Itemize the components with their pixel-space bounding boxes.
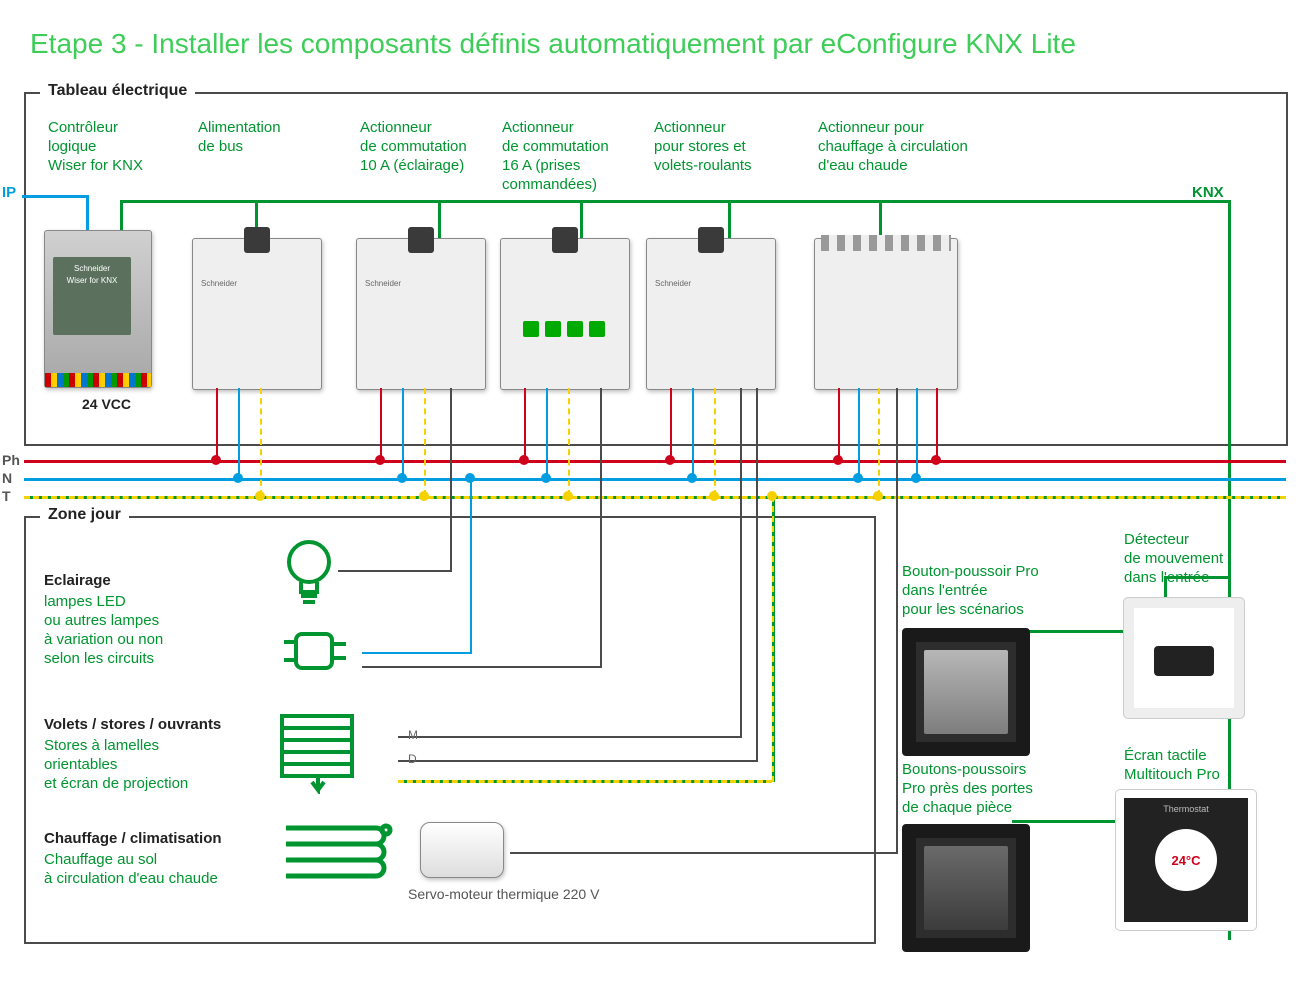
wire-ip-h: [22, 195, 86, 198]
rail-label-ph: Ph: [2, 452, 20, 468]
page-title: Etape 3 - Installer les composants défin…: [30, 28, 1076, 60]
device-servo-motor: [420, 822, 504, 878]
load-blind-d-h: [398, 760, 756, 762]
zone-heating-head: Chauffage / climatisation: [44, 830, 222, 847]
zone-blinds-head: Volets / stores / ouvrants: [44, 716, 221, 733]
label-pb1: Bouton-poussoir Pro dans l'entrée pour l…: [902, 562, 1039, 619]
load-pe-v-y: [772, 496, 774, 782]
rail-n: [24, 478, 1286, 481]
rail-label-t: T: [2, 488, 11, 504]
plug-icon: [278, 624, 352, 678]
label-act-10a: Actionneur de commutation 10 A (éclairag…: [360, 118, 467, 175]
label-multitouch: Écran tactile Multitouch Pro: [1124, 746, 1220, 784]
knx-drop-10a: [438, 200, 441, 240]
wire-psu-ph: [216, 388, 218, 460]
wire-ht-n: [858, 388, 860, 478]
knx-drop-16a: [580, 200, 583, 240]
zone-lighting-head: Eclairage: [44, 572, 111, 589]
load-n-plug: [470, 478, 472, 654]
load-10a-light: [450, 388, 452, 572]
wire-bl-t: [714, 388, 716, 496]
label-knx: KNX: [1192, 184, 1224, 201]
wire-10a-t: [424, 388, 426, 496]
device-act-blinds: Schneider: [646, 238, 776, 390]
device-bus-psu: Schneider: [192, 238, 322, 390]
knx-drop-blind: [728, 200, 731, 240]
bulb-icon: [278, 534, 340, 608]
wire-bl-n: [692, 388, 694, 478]
load-heat: [896, 388, 898, 854]
zone-heating-text: Chauffage au sol à circulation d'eau cha…: [44, 850, 218, 888]
wire-psu-n: [238, 388, 240, 478]
device-pushbutton-pro-1: [902, 628, 1030, 756]
panel-electrical-title: Tableau électrique: [40, 82, 195, 100]
load-blind-d: [756, 388, 758, 762]
rail-t-yellow: [24, 496, 1286, 499]
wire-ip-v: [86, 195, 89, 231]
label-detector: Détecteur de mouvement dans l'entrée: [1124, 530, 1223, 587]
zone-blinds-text: Stores à lamelles orientables et écran d…: [44, 736, 188, 793]
load-n-plug-h: [362, 652, 470, 654]
label-servo: Servo-moteur thermique 220 V: [408, 886, 599, 902]
device-act-heating: [814, 238, 958, 390]
label-m: M: [408, 728, 418, 742]
wire-16a-ph: [524, 388, 526, 460]
wire-10a-n: [402, 388, 404, 478]
device-wiser-knx: SchneiderWiser for KNX: [44, 230, 152, 388]
knx-drop-heat: [879, 200, 882, 240]
wire-ht2-n: [916, 388, 918, 478]
wire-ht2-ph: [936, 388, 938, 460]
blind-icon: [278, 712, 364, 794]
load-16a-plug-h: [362, 666, 600, 668]
label-pb2: Boutons-poussoirs Pro près des portes de…: [902, 760, 1033, 817]
wire-ht-ph: [838, 388, 840, 460]
device-multitouch-pro: Thermostat 24°C: [1116, 790, 1256, 930]
label-act-heating: Actionneur pour chauffage à circulation …: [818, 118, 968, 175]
device-act-16a: [500, 238, 630, 390]
wire-bl-ph: [670, 388, 672, 460]
wire-10a-ph: [380, 388, 382, 460]
thermostat-dial: 24°C: [1155, 829, 1217, 891]
load-16a-plug: [600, 388, 602, 668]
load-blind-m: [740, 388, 742, 738]
rail-label-n: N: [2, 470, 12, 486]
label-controller: Contrôleur logique Wiser for KNX: [48, 118, 143, 175]
device-motion-detector: [1124, 598, 1244, 718]
load-pe-h-y: [398, 780, 772, 783]
device-pushbutton-pro-2: [902, 824, 1030, 952]
label-bus-supply: Alimentation de bus: [198, 118, 281, 156]
heating-coil-icon: [278, 820, 396, 898]
label-act-16a: Actionneur de commutation 16 A (prises c…: [502, 118, 609, 194]
label-ip: IP: [2, 184, 16, 201]
wire-ht-t: [878, 388, 880, 496]
wire-16a-n: [546, 388, 548, 478]
panel-zone-title: Zone jour: [40, 506, 129, 524]
load-10a-light-h: [338, 570, 450, 572]
knx-bus-top: [120, 200, 1228, 203]
label-d: D: [408, 752, 417, 766]
zone-lighting-text: lampes LED ou autres lampes à variation …: [44, 592, 163, 668]
label-24vcc: 24 VCC: [82, 396, 131, 412]
wire-16a-t: [568, 388, 570, 496]
load-blind-m-h: [398, 736, 740, 738]
wire-psu-t: [260, 388, 262, 496]
device-act-10a: Schneider: [356, 238, 486, 390]
label-act-blinds: Actionneur pour stores et volets-roulant…: [654, 118, 752, 175]
load-heat-h: [510, 852, 896, 854]
